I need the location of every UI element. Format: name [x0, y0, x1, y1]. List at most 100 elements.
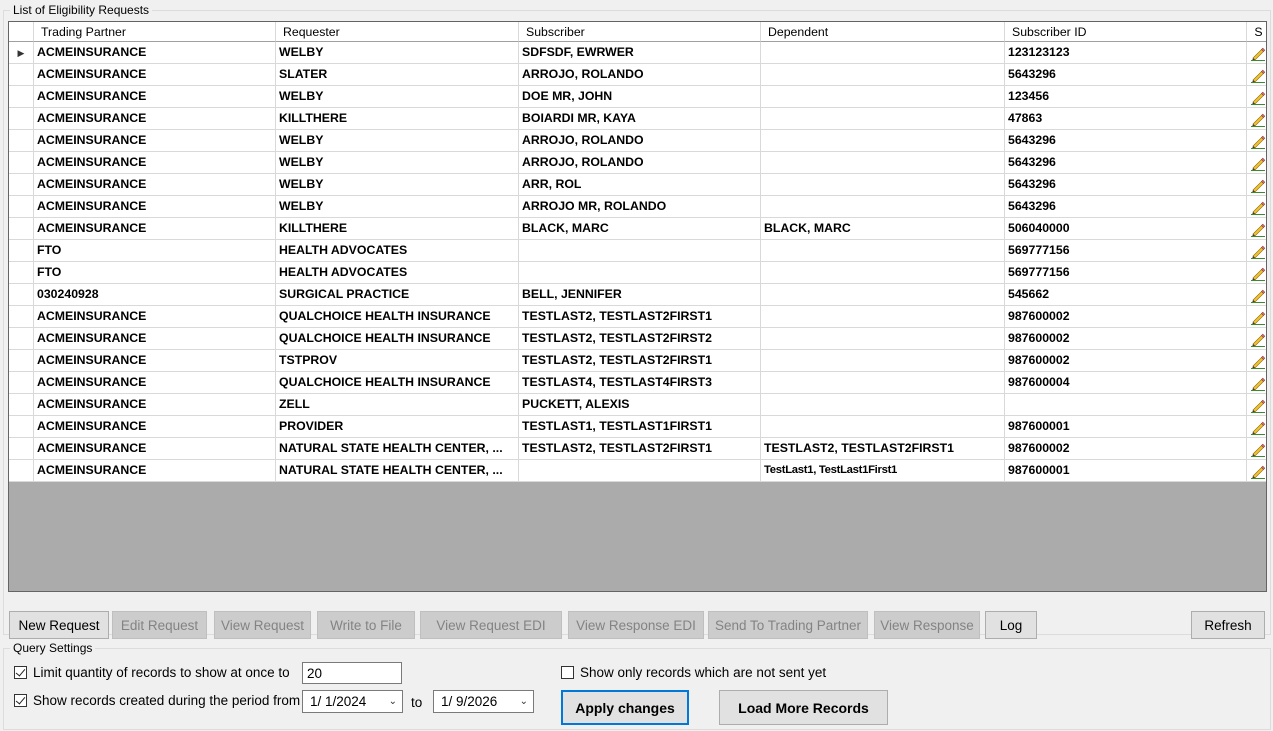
- cell-edit[interactable]: [1247, 460, 1266, 482]
- cell-requester[interactable]: WELBY: [276, 86, 519, 108]
- cell-edit[interactable]: [1247, 86, 1266, 108]
- cell-trading-partner[interactable]: ACMEINSURANCE: [34, 42, 276, 64]
- header-status[interactable]: S: [1247, 22, 1266, 42]
- cell-edit[interactable]: [1247, 152, 1266, 174]
- row-selector[interactable]: [9, 240, 34, 262]
- cell-subscriber-id[interactable]: 987600001: [1005, 416, 1247, 438]
- cell-subscriber-id[interactable]: 987600002: [1005, 328, 1247, 350]
- cell-subscriber-id[interactable]: 5643296: [1005, 174, 1247, 196]
- cell-dependent[interactable]: [761, 416, 1005, 438]
- pencil-icon[interactable]: [1250, 375, 1266, 391]
- row-selector[interactable]: [9, 416, 34, 438]
- cell-edit[interactable]: [1247, 174, 1266, 196]
- cell-dependent[interactable]: [761, 196, 1005, 218]
- cell-subscriber-id[interactable]: 545662: [1005, 284, 1247, 306]
- cell-subscriber[interactable]: TESTLAST2, TESTLAST2FIRST2: [519, 328, 761, 350]
- pencil-icon[interactable]: [1250, 287, 1266, 303]
- cell-subscriber[interactable]: TESTLAST1, TESTLAST1FIRST1: [519, 416, 761, 438]
- cell-edit[interactable]: [1247, 372, 1266, 394]
- cell-subscriber-id[interactable]: 987600002: [1005, 306, 1247, 328]
- edit-request-button[interactable]: Edit Request: [112, 611, 207, 639]
- cell-dependent[interactable]: [761, 174, 1005, 196]
- cell-subscriber-id[interactable]: 506040000: [1005, 218, 1247, 240]
- header-trading-partner[interactable]: Trading Partner: [34, 22, 276, 42]
- cell-subscriber[interactable]: TESTLAST2, TESTLAST2FIRST1: [519, 350, 761, 372]
- table-row[interactable]: ACMEINSURANCE PROVIDER TESTLAST1, TESTLAST…: [9, 416, 1266, 438]
- apply-changes-button[interactable]: Apply changes: [561, 690, 689, 725]
- view-response-edi-button[interactable]: View Response EDI: [568, 611, 704, 639]
- cell-subscriber[interactable]: TESTLAST2, TESTLAST2FIRST1: [519, 438, 761, 460]
- cell-trading-partner[interactable]: 030240928: [34, 284, 276, 306]
- new-request-button[interactable]: New Request: [9, 611, 109, 639]
- row-selector[interactable]: [9, 152, 34, 174]
- cell-trading-partner[interactable]: ACMEINSURANCE: [34, 152, 276, 174]
- cell-trading-partner[interactable]: ACMEINSURANCE: [34, 438, 276, 460]
- cell-edit[interactable]: [1247, 350, 1266, 372]
- requests-grid[interactable]: Trading Partner Requester Subscriber Dep…: [8, 21, 1267, 592]
- view-request-button[interactable]: View Request: [214, 611, 311, 639]
- pencil-icon[interactable]: [1250, 243, 1266, 259]
- limit-quantity-row[interactable]: Limit quantity of records to show at onc…: [14, 665, 290, 680]
- cell-edit[interactable]: [1247, 328, 1266, 350]
- table-row[interactable]: ▶ ACMEINSURANCE WELBY SDFSDF, EWRWER 1231231…: [9, 42, 1266, 64]
- cell-edit[interactable]: [1247, 306, 1266, 328]
- cell-trading-partner[interactable]: ACMEINSURANCE: [34, 196, 276, 218]
- cell-trading-partner[interactable]: ACMEINSURANCE: [34, 108, 276, 130]
- pencil-icon[interactable]: [1250, 67, 1266, 83]
- pencil-icon[interactable]: [1250, 309, 1266, 325]
- cell-edit[interactable]: [1247, 240, 1266, 262]
- pencil-icon[interactable]: [1250, 265, 1266, 281]
- cell-requester[interactable]: WELBY: [276, 42, 519, 64]
- cell-edit[interactable]: [1247, 196, 1266, 218]
- cell-edit[interactable]: [1247, 130, 1266, 152]
- row-selector[interactable]: [9, 174, 34, 196]
- cell-subscriber-id[interactable]: 987600004: [1005, 372, 1247, 394]
- header-requester[interactable]: Requester: [276, 22, 519, 42]
- cell-edit[interactable]: [1247, 42, 1266, 64]
- cell-requester[interactable]: ZELL: [276, 394, 519, 416]
- log-button[interactable]: Log: [985, 611, 1037, 639]
- cell-subscriber[interactable]: [519, 460, 761, 482]
- cell-requester[interactable]: WELBY: [276, 174, 519, 196]
- cell-trading-partner[interactable]: ACMEINSURANCE: [34, 306, 276, 328]
- cell-trading-partner[interactable]: ACMEINSURANCE: [34, 218, 276, 240]
- view-response-button[interactable]: View Response: [874, 611, 980, 639]
- cell-edit[interactable]: [1247, 438, 1266, 460]
- cell-dependent[interactable]: [761, 240, 1005, 262]
- header-dependent[interactable]: Dependent: [761, 22, 1005, 42]
- cell-requester[interactable]: HEALTH ADVOCATES: [276, 262, 519, 284]
- cell-subscriber[interactable]: ARROJO, ROLANDO: [519, 130, 761, 152]
- period-checkbox[interactable]: [14, 694, 27, 707]
- pencil-icon[interactable]: [1250, 45, 1266, 61]
- cell-requester[interactable]: QUALCHOICE HEALTH INSURANCE: [276, 306, 519, 328]
- cell-dependent[interactable]: [761, 328, 1005, 350]
- cell-edit[interactable]: [1247, 284, 1266, 306]
- row-selector[interactable]: [9, 350, 34, 372]
- limit-quantity-checkbox[interactable]: [14, 666, 27, 679]
- cell-subscriber-id[interactable]: 123123123: [1005, 42, 1247, 64]
- cell-dependent[interactable]: [761, 108, 1005, 130]
- table-row[interactable]: ACMEINSURANCE KILLTHERE BLACK, MARC BLACK, …: [9, 218, 1266, 240]
- cell-dependent[interactable]: [761, 284, 1005, 306]
- table-row[interactable]: ACMEINSURANCE QUALCHOICE HEALTH INSURANCE…: [9, 372, 1266, 394]
- table-row[interactable]: FTO HEALTH ADVOCATES 569777156: [9, 240, 1266, 262]
- not-sent-checkbox[interactable]: [561, 666, 574, 679]
- cell-dependent[interactable]: [761, 64, 1005, 86]
- limit-quantity-input[interactable]: [302, 662, 402, 684]
- cell-subscriber-id[interactable]: 47863: [1005, 108, 1247, 130]
- header-subscriber-id[interactable]: Subscriber ID: [1005, 22, 1247, 42]
- cell-subscriber-id[interactable]: 987600002: [1005, 438, 1247, 460]
- cell-subscriber[interactable]: ARR, ROL: [519, 174, 761, 196]
- period-row[interactable]: Show records created during the period f…: [14, 693, 300, 708]
- table-row[interactable]: ACMEINSURANCE WELBY DOE MR, JOHN 123456: [9, 86, 1266, 108]
- pencil-icon[interactable]: [1250, 111, 1266, 127]
- cell-trading-partner[interactable]: ACMEINSURANCE: [34, 460, 276, 482]
- cell-trading-partner[interactable]: ACMEINSURANCE: [34, 174, 276, 196]
- cell-subscriber-id[interactable]: 5643296: [1005, 152, 1247, 174]
- cell-subscriber-id[interactable]: 5643296: [1005, 196, 1247, 218]
- header-subscriber[interactable]: Subscriber: [519, 22, 761, 42]
- table-row[interactable]: ACMEINSURANCE ZELL PUCKETT, ALEXIS: [9, 394, 1266, 416]
- pencil-icon[interactable]: [1250, 133, 1266, 149]
- cell-edit[interactable]: [1247, 416, 1266, 438]
- cell-dependent[interactable]: [761, 42, 1005, 64]
